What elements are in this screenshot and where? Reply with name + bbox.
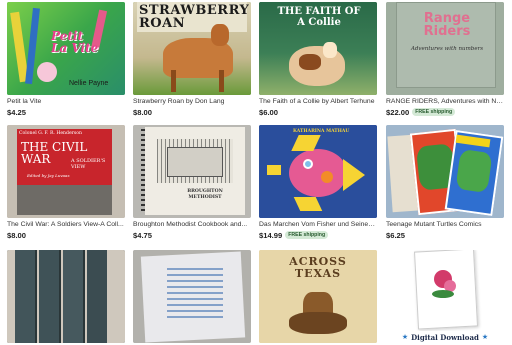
cover-top-text: Colonel G. F. R. Henderson — [19, 131, 82, 136]
listing-price: $6.25 — [386, 230, 406, 240]
cover-title: BROUGHTON METHODIST — [187, 189, 223, 200]
listing-card[interactable]: Range Riders Adventures with numbers RAN… — [386, 2, 504, 117]
free-shipping-badge: FREE shipping — [285, 231, 329, 239]
listing-card[interactable]: KATHARINA MATHAU Das Marchen Vom Fisher … — [259, 125, 377, 240]
listing-card[interactable]: ★ Digital Download ★ — [386, 250, 504, 343]
listing-card[interactable]: ACROSS TEXAS — [259, 250, 377, 343]
listing-image[interactable]: STRAWBERRY ROAN — [133, 2, 251, 95]
listing-price: $6.00 — [259, 107, 279, 117]
listing-price: $4.75 — [133, 230, 153, 240]
star-icon: ★ — [481, 334, 489, 341]
listing-price: $22.00 — [386, 107, 410, 117]
listing-title[interactable]: The Faith of a Collie by Albert Terhune — [259, 97, 377, 106]
listing-image[interactable] — [133, 250, 251, 343]
listing-title[interactable]: Broughton Methodist Cookbook and... — [133, 220, 251, 229]
cover-title: Petit La Vite — [51, 29, 99, 55]
digital-download-label: ★ Digital Download ★ — [386, 331, 504, 343]
cover-side-text: A SOLDIER'S VIEW — [71, 158, 106, 170]
listing-title[interactable]: Das Marchen Vom Fisher und Seiner ... — [259, 220, 377, 229]
listing-image[interactable]: ★ Digital Download ★ — [386, 250, 504, 343]
listing-card[interactable]: STRAWBERRY ROAN Strawberry Roan by Don L… — [133, 2, 251, 117]
cover-title: ACROSS TEXAS — [289, 255, 347, 280]
cover-author: KATHARINA MATHAU — [293, 129, 350, 134]
listing-grid: Petit La Vite Nellie Payne Petit la Vite… — [0, 0, 512, 345]
digital-download-text: Digital Download — [411, 332, 479, 342]
listing-card[interactable]: Petit La Vite Nellie Payne Petit la Vite… — [7, 2, 125, 117]
listing-card[interactable] — [133, 250, 251, 343]
listing-price: $4.25 — [7, 107, 27, 117]
cover-author: Nellie Payne — [69, 80, 109, 87]
listing-image[interactable] — [386, 125, 504, 218]
listing-image[interactable]: Petit La Vite Nellie Payne — [7, 2, 125, 95]
listing-price: $14.99 — [259, 230, 283, 240]
listing-card[interactable]: Teenage Mutant Turtles Comics $6.25 — [386, 125, 504, 240]
listing-card[interactable]: Colonel G. F. R. Henderson THE CIVIL WAR… — [7, 125, 125, 240]
free-shipping-badge: FREE shipping — [412, 108, 456, 116]
listing-title[interactable]: Petit la Vite — [7, 97, 125, 106]
cover-title: Range Riders — [423, 11, 471, 39]
listing-price: $8.00 — [133, 107, 153, 117]
listing-image[interactable]: Range Riders Adventures with numbers — [386, 2, 504, 95]
listing-image[interactable] — [7, 250, 125, 343]
listing-image[interactable]: ACROSS TEXAS — [259, 250, 377, 343]
listing-card[interactable]: BROUGHTON METHODIST Broughton Methodist … — [133, 125, 251, 240]
cover-subtitle: Adventures with numbers — [410, 46, 484, 52]
listing-image[interactable]: Colonel G. F. R. Henderson THE CIVIL WAR… — [7, 125, 125, 218]
cover-title: THE FAITH OF A Collie — [277, 6, 361, 28]
cover-editor: Edited by Jay Luvaas — [27, 173, 70, 178]
listing-image[interactable]: KATHARINA MATHAU — [259, 125, 377, 218]
listing-price: $8.00 — [7, 230, 27, 240]
cover-title: STRAWBERRY ROAN — [139, 3, 250, 31]
listing-image[interactable]: THE FAITH OF A Collie — [259, 2, 377, 95]
listing-title[interactable]: RANGE RIDERS, Adventures with Nu... — [386, 97, 504, 106]
listing-title[interactable]: Strawberry Roan by Don Lang — [133, 97, 251, 106]
listing-card[interactable]: THE FAITH OF A Collie The Faith of a Col… — [259, 2, 377, 117]
listing-title[interactable]: Teenage Mutant Turtles Comics — [386, 220, 504, 229]
listing-image[interactable]: BROUGHTON METHODIST — [133, 125, 251, 218]
listing-title[interactable]: The Civil War: A Soldiers View-A Coll... — [7, 220, 125, 229]
listing-card[interactable] — [7, 250, 125, 343]
star-icon: ★ — [401, 334, 409, 341]
